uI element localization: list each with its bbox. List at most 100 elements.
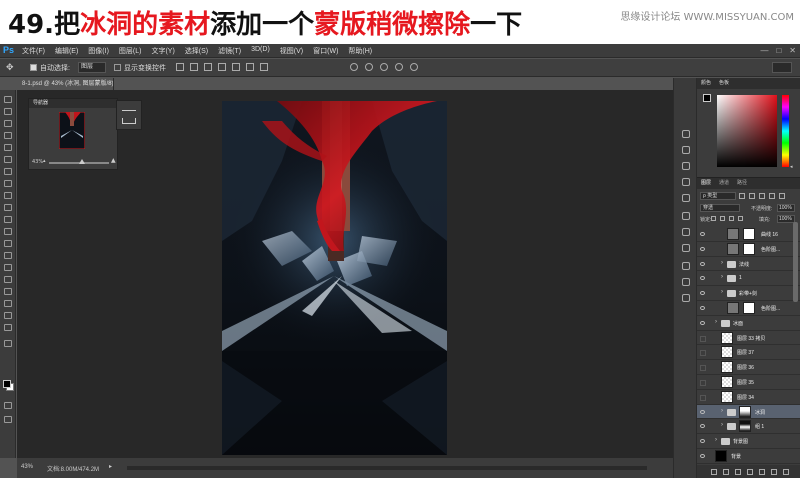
layer-thumbnail[interactable] [715,450,727,462]
character-panel-icon[interactable] [682,194,690,202]
menu-file[interactable]: 文件(F) [22,46,45,56]
menu-filter[interactable]: 滤镜(T) [218,46,241,56]
menu-edit[interactable]: 编辑(E) [55,46,78,56]
color-foreground-swatch[interactable] [703,94,711,102]
menu-view[interactable]: 视图(V) [280,46,303,56]
layer-thumbnail[interactable] [721,390,733,403]
fill-field[interactable]: 100% [777,215,795,223]
eyedropper-tool-icon[interactable] [4,156,12,163]
layer-style-icon[interactable] [723,469,729,475]
align-bottom-icon[interactable] [204,63,212,71]
adjustment-icon[interactable] [727,228,739,240]
eye-icon[interactable] [700,454,705,458]
eye-icon[interactable] [700,246,705,251]
gradient-tool-icon[interactable] [4,228,12,235]
layer-row[interactable]: › 法线 [697,257,800,272]
workspace-dropdown[interactable] [772,62,792,73]
navigator-zoom-in-icon[interactable]: ▲ [111,157,116,164]
link-layers-icon[interactable] [711,469,717,475]
layer-mask-thumbnail[interactable] [739,405,751,418]
new-adjustment-icon[interactable] [747,469,753,475]
filter-shape-icon[interactable] [769,193,775,199]
document-tab[interactable]: 8-1.psd @ 43% (冰洞, 图层蒙版/8) [18,78,114,90]
close-button[interactable]: ✕ [789,46,796,55]
move-icon[interactable]: ✥ [6,62,14,73]
3d-rotate-icon[interactable] [350,63,358,71]
clone-stamp-tool-icon[interactable] [4,192,12,199]
minimize-button[interactable]: — [760,46,768,55]
lock-position-icon[interactable] [729,216,734,221]
layer-thumbnail[interactable] [721,346,733,359]
3d-scale-icon[interactable] [410,63,418,71]
eye-icon[interactable] [700,232,705,236]
clone-source-icon[interactable] [682,294,690,302]
layer-thumbnail[interactable] [721,361,733,374]
maximize-button[interactable]: □ [776,46,781,55]
eye-icon[interactable] [700,306,705,310]
opacity-field[interactable]: 100% [777,204,795,212]
type-tool-icon[interactable] [4,276,12,283]
screen-mode-icon[interactable] [4,416,12,423]
layer-thumbnail[interactable] [721,331,733,344]
status-zoom[interactable]: 43% [21,464,33,470]
menu-3d[interactable]: 3D(D) [251,46,270,56]
align-left-icon[interactable] [218,63,226,71]
hidden-eye-icon[interactable] [700,350,706,357]
auto-select-checkbox[interactable] [30,64,37,71]
layer-row[interactable]: 图层 33 拷贝 [697,331,800,346]
navigator-slider-knob[interactable] [79,159,85,164]
paragraph-panel-icon[interactable] [682,212,690,220]
hue-slider-arrow-icon[interactable]: ◂ [790,164,793,170]
layer-row[interactable]: 背景 [697,449,800,464]
align-right-icon[interactable] [246,63,254,71]
lock-pixels-icon[interactable] [720,216,725,221]
lasso-tool-icon[interactable] [4,120,12,127]
info-panel-icon[interactable] [682,146,690,154]
layer-row[interactable]: › 冰洞 [697,404,800,420]
eraser-tool-icon[interactable] [4,216,12,223]
navigator-title[interactable]: 导航器 [29,99,117,108]
history-brush-tool-icon[interactable] [4,204,12,211]
layer-row[interactable]: › 冰面 [697,316,800,331]
new-layer-icon[interactable] [771,469,777,475]
eye-icon[interactable] [700,291,705,296]
hidden-eye-icon[interactable] [700,365,706,372]
histogram-icon[interactable] [122,105,136,111]
navigator-zoom[interactable]: 43% [32,159,43,165]
adjustment-icon[interactable] [727,302,739,314]
marquee-tool-icon[interactable] [4,108,12,115]
add-mask-icon[interactable] [735,469,741,475]
show-transform-checkbox[interactable] [114,64,121,71]
move-tool-icon[interactable] [4,96,12,103]
foreground-color-swatch[interactable] [3,380,11,388]
filter-type-icon[interactable] [759,193,765,199]
distribute-icon[interactable] [260,63,268,71]
quick-mask-icon[interactable] [4,402,12,409]
quick-select-tool-icon[interactable] [4,132,12,139]
align-vcenter-icon[interactable] [190,63,198,71]
path-select-tool-icon[interactable] [4,288,12,295]
filter-adjustment-icon[interactable] [749,193,755,199]
tool-presets-icon[interactable] [682,278,690,286]
layer-row[interactable]: › 彩带+剑 [697,286,800,301]
history-panel-icon[interactable] [682,130,690,138]
brush-tool-icon[interactable] [4,180,12,187]
more-tools-icon[interactable] [4,340,12,347]
menu-layer[interactable]: 图层(L) [119,46,142,56]
tab-layers[interactable]: 图层 [701,179,711,188]
hand-tool-icon[interactable] [4,312,12,319]
adjustment-icon[interactable] [727,242,739,255]
brush-panel-icon[interactable] [682,178,690,186]
eye-icon[interactable] [700,424,705,429]
eye-icon[interactable] [700,261,705,266]
layer-row[interactable]: 图层 36 [697,360,800,375]
filter-smart-icon[interactable] [779,193,785,199]
eye-icon[interactable] [700,320,705,325]
layer-mask-thumbnail[interactable] [743,228,755,240]
shape-tool-icon[interactable] [4,300,12,307]
dodge-tool-icon[interactable] [4,252,12,259]
menu-help[interactable]: 帮助(H) [348,46,372,56]
adjustments-panel-icon[interactable] [682,228,690,236]
layer-row[interactable]: › 背景图 [697,434,800,449]
status-menu-arrow-icon[interactable]: ▸ [109,463,112,470]
